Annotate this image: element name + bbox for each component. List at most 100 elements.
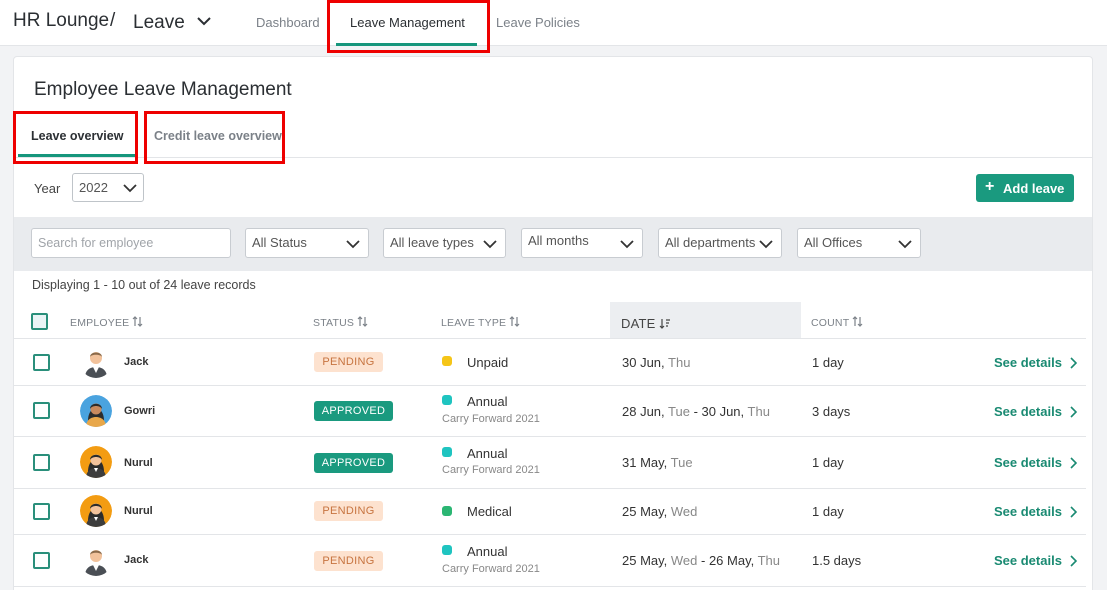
highlight-box [13, 111, 138, 164]
date-end: - 30 Jun, [689, 404, 748, 419]
woman-avatar-blue [80, 395, 112, 427]
leave-count: 1 day [812, 504, 844, 519]
see-details-label: See details [994, 404, 1062, 419]
chevron-down-icon [898, 240, 912, 249]
select-all-checkbox[interactable] [31, 313, 48, 330]
see-details-label: See details [994, 504, 1062, 519]
leave-type: Unpaid [467, 355, 509, 370]
column-status[interactable]: STATUS [313, 316, 368, 329]
column-count-label: COUNT [811, 317, 850, 329]
employee-name: Nurul [124, 457, 153, 469]
year-select[interactable]: 2022 [72, 173, 144, 202]
leave-sub-type: Carry Forward 2021 [442, 464, 540, 476]
column-employee-label: EMPLOYEE [70, 317, 130, 329]
leave-type: Annual [467, 446, 508, 461]
weekday: Thu [668, 355, 691, 370]
status-badge: PENDING [314, 551, 383, 571]
column-status-label: STATUS [313, 317, 355, 329]
table-row[interactable]: Gowri APPROVED Annual Carry Forward 2021… [14, 386, 1086, 437]
status-filter[interactable]: All Status [245, 228, 369, 258]
row-checkbox[interactable] [33, 503, 50, 520]
leave-count: 1 day [812, 455, 844, 470]
chevron-down-icon [759, 240, 773, 249]
chevron-down-icon [483, 240, 497, 249]
see-details-link[interactable]: See details [994, 504, 1077, 519]
leave-type-dot [442, 356, 452, 366]
leave-count: 1.5 days [812, 553, 862, 568]
chevron-down-icon [346, 240, 360, 249]
leave-type-dot [442, 545, 452, 555]
column-employee[interactable]: EMPLOYEE [70, 316, 143, 329]
employee-name: Jack [124, 554, 149, 566]
chevron-right-icon [1070, 406, 1077, 418]
leave-type-filter[interactable]: All leave types [383, 228, 506, 258]
status-badge: PENDING [314, 352, 383, 372]
employee-name: Jack [124, 356, 149, 368]
weekday: Tue [668, 404, 690, 419]
column-count[interactable]: COUNT [811, 316, 863, 329]
chevron-right-icon [1070, 457, 1077, 469]
see-details-link[interactable]: See details [994, 404, 1077, 419]
departments-filter[interactable]: All departments [658, 228, 782, 258]
table-row[interactable]: Nurul APPROVED Annual Carry Forward 2021… [14, 437, 1086, 489]
table-row[interactable]: Jack PENDING Unpaid 30 Jun, Thu 1 day Se… [14, 339, 1086, 386]
leave-date: 30 Jun, Thu [622, 355, 690, 370]
chevron-right-icon [1070, 506, 1077, 518]
column-date[interactable]: DATE [621, 316, 671, 331]
row-checkbox[interactable] [33, 454, 50, 471]
sort-icon [509, 316, 520, 327]
breadcrumb-separator: / [110, 10, 116, 31]
chevron-down-icon [123, 184, 137, 193]
plus-icon: + [985, 178, 995, 195]
add-leave-button[interactable]: + Add leave [976, 174, 1074, 202]
leave-date: 25 May, Wed [622, 504, 697, 519]
add-leave-label: Add leave [1003, 181, 1065, 196]
status-badge: APPROVED [314, 401, 393, 421]
brand-title[interactable]: HR Lounge [13, 10, 109, 32]
offices-filter-value: All Offices [804, 235, 863, 250]
row-checkbox[interactable] [33, 354, 50, 371]
app-name[interactable]: Leave [133, 12, 185, 34]
offices-filter[interactable]: All Offices [797, 228, 921, 258]
departments-filter-value: All departments [665, 235, 756, 250]
see-details-label: See details [994, 553, 1062, 568]
status-filter-value: All Status [252, 235, 307, 250]
date-start: 25 May, [622, 504, 671, 519]
see-details-link[interactable]: See details [994, 553, 1077, 568]
date-start: 28 Jun, [622, 404, 669, 419]
employee-name: Gowri [124, 405, 156, 417]
sort-icon [132, 316, 143, 327]
man-avatar [80, 346, 112, 378]
see-details-link[interactable]: See details [994, 355, 1077, 370]
chevron-down-icon[interactable] [196, 15, 212, 27]
tab-dashboard[interactable]: Dashboard [256, 15, 320, 30]
months-filter[interactable]: All months [521, 228, 643, 258]
records-count: Displaying 1 - 10 out of 24 leave record… [32, 278, 256, 292]
see-details-link[interactable]: See details [994, 455, 1077, 470]
table-row[interactable]: Jack PENDING Annual Carry Forward 2021 2… [14, 535, 1086, 587]
tab-leave-policies[interactable]: Leave Policies [496, 15, 580, 30]
see-details-label: See details [994, 455, 1062, 470]
leave-sub-type: Carry Forward 2021 [442, 413, 540, 425]
date-start: 30 Jun, [622, 355, 669, 370]
column-leave-type[interactable]: LEAVE TYPE [441, 316, 520, 329]
leave-count: 1 day [812, 355, 844, 370]
column-leave-type-label: LEAVE TYPE [441, 317, 507, 329]
row-checkbox[interactable] [33, 402, 50, 419]
year-value: 2022 [79, 180, 108, 195]
date-start: 31 May, [622, 455, 671, 470]
months-filter-value: All months [528, 233, 589, 248]
highlight-box [144, 111, 285, 164]
leave-type-dot [442, 506, 452, 516]
leave-type: Annual [467, 394, 508, 409]
leave-type-filter-value: All leave types [390, 235, 474, 250]
woman-avatar-orange [80, 495, 112, 527]
row-checkbox[interactable] [33, 552, 50, 569]
leave-type: Annual [467, 544, 508, 559]
chevron-right-icon [1070, 555, 1077, 567]
table-row[interactable]: Nurul PENDING Medical 25 May, Wed 1 day … [14, 489, 1086, 535]
leave-type-dot [442, 447, 452, 457]
search-input[interactable] [31, 228, 231, 258]
chevron-right-icon [1070, 357, 1077, 369]
leave-date: 31 May, Tue [622, 455, 693, 470]
